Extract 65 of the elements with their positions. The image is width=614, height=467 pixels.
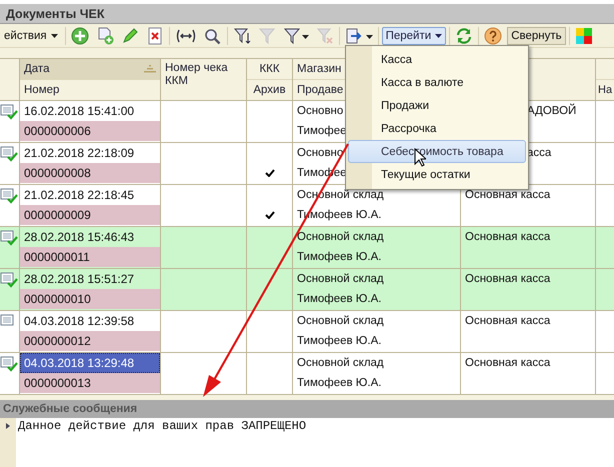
table-cell: Тимофеев Ю.А. xyxy=(297,377,382,389)
table-cell: Основная касса xyxy=(465,189,550,201)
table-cell: Тимофеев Ю.А. xyxy=(297,293,382,305)
refresh-icon[interactable] xyxy=(455,26,474,44)
menu-item[interactable]: Касса в валюте xyxy=(348,71,526,94)
table-cell: Основная касса xyxy=(465,315,550,327)
table-cell: Тимофеев Ю.А. xyxy=(297,335,382,347)
table-cell: Основная касса xyxy=(465,357,550,369)
column-header[interactable]: Номер чека ККМ xyxy=(161,59,239,91)
table-cell: АДОВОЙ xyxy=(527,105,576,117)
bullet-icon xyxy=(6,423,10,429)
table-cell: Тимофеев Ю.А. xyxy=(297,251,382,263)
table-cell: Основная касса xyxy=(465,273,550,285)
date-cell-text: 16.02.2018 15:41:00 xyxy=(23,103,136,120)
filter-icon[interactable] xyxy=(232,26,251,44)
panel-title: Служебные сообщения xyxy=(3,403,138,415)
column-header[interactable]: Дата xyxy=(20,59,160,79)
date-cell-text: 04.03.2018 12:39:58 xyxy=(23,313,136,330)
pencil-icon[interactable] xyxy=(120,26,139,44)
color-grid-icon[interactable] xyxy=(574,26,593,44)
table-cell: Основной склад xyxy=(297,273,384,285)
column-header[interactable]: На xyxy=(598,84,612,96)
table-cell: Основно xyxy=(297,147,344,159)
column-header[interactable]: ККК xyxy=(247,59,292,79)
goto-menu-button[interactable]: Перейти xyxy=(382,26,446,44)
number-cell: 0000000009 xyxy=(20,205,160,225)
add-icon[interactable] xyxy=(70,26,89,44)
search-icon[interactable] xyxy=(204,26,222,44)
menu-item[interactable]: Касса xyxy=(348,48,526,71)
collapse-button[interactable]: Свернуть xyxy=(507,26,566,44)
number-cell: 0000000008 xyxy=(20,163,160,183)
message-text: Данное действие для ваших прав ЗАПРЕЩЕНО xyxy=(18,419,306,433)
column-header[interactable]: Номер xyxy=(24,84,60,96)
export-icon[interactable] xyxy=(344,26,373,44)
date-cell-text: 28.02.2018 15:46:43 xyxy=(23,229,136,246)
window-title: Документы ЧЕК xyxy=(6,6,105,20)
column-header[interactable]: Продаве xyxy=(297,84,344,96)
column-header[interactable]: Архив xyxy=(253,84,286,96)
table-cell: Основной склад xyxy=(297,315,384,327)
menu-item[interactable]: Текущие остатки xyxy=(348,163,526,186)
sort-icon xyxy=(144,65,156,73)
date-cell-text: 21.02.2018 22:18:45 xyxy=(23,187,136,204)
caret-icon xyxy=(50,34,58,38)
number-cell: 0000000011 xyxy=(20,247,160,267)
menu-item[interactable]: Продажи xyxy=(348,94,526,117)
table-cell: Тимофее xyxy=(297,125,346,137)
caret-icon xyxy=(435,34,442,38)
table-cell: Основной склад xyxy=(297,231,384,243)
menu-item[interactable]: Рассрочка xyxy=(348,117,526,140)
message-gutter xyxy=(0,418,16,467)
actions-menu-button[interactable]: ействия xyxy=(0,26,62,44)
date-cell-text: 21.02.2018 22:18:09 xyxy=(23,145,136,162)
table-cell: Основно xyxy=(297,105,344,117)
copy-document-icon[interactable] xyxy=(96,26,114,44)
table-cell: Основная касса xyxy=(465,231,550,243)
delete-icon[interactable] xyxy=(146,26,164,44)
table-cell: Основной склад xyxy=(297,357,384,369)
help-icon[interactable] xyxy=(484,26,502,44)
number-cell: 0000000012 xyxy=(20,331,160,351)
date-cell: 04.03.2018 13:29:48 xyxy=(20,353,160,373)
number-cell: 0000000006 xyxy=(20,121,160,141)
number-cell: 0000000010 xyxy=(20,289,160,309)
filter-icon[interactable] xyxy=(282,26,309,44)
number-cell: 0000000013 xyxy=(20,373,160,393)
date-cell-text: 28.02.2018 15:51:27 xyxy=(23,271,136,288)
